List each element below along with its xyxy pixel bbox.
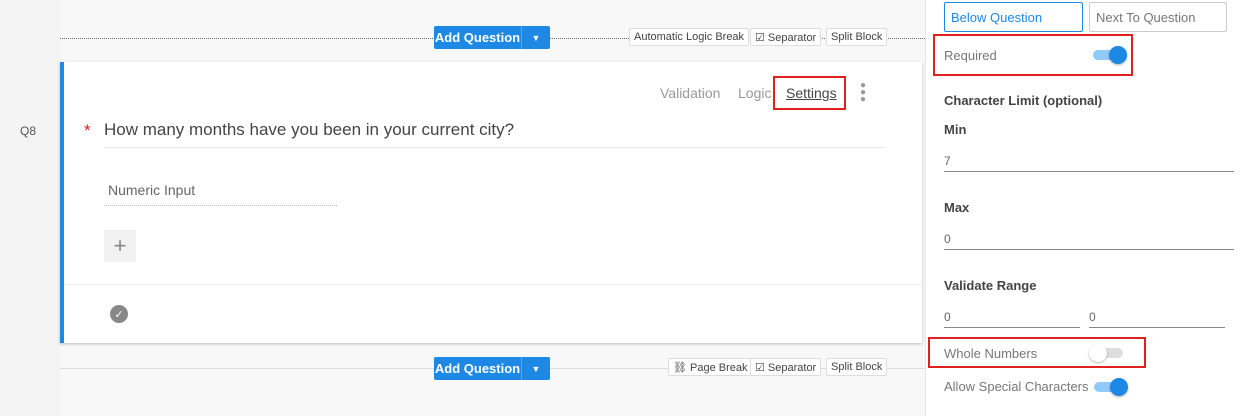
add-choice-plus-icon[interactable]: + bbox=[104, 230, 136, 262]
verified-badge-icon[interactable]: ✓ bbox=[110, 305, 128, 323]
add-question-label[interactable]: Add Question bbox=[434, 357, 522, 380]
separator-button-bottom[interactable]: ☑ Separator bbox=[750, 358, 822, 376]
page-break-button[interactable]: ⛓ Page Break bbox=[668, 358, 753, 376]
more-options-icon[interactable]: ● ● ● bbox=[860, 81, 866, 105]
tab-logic[interactable]: Logic bbox=[738, 85, 771, 101]
add-question-label[interactable]: Add Question bbox=[434, 26, 522, 49]
separator-button-top[interactable]: ☑ Separator bbox=[750, 28, 822, 46]
below-question-option[interactable]: Below Question bbox=[944, 2, 1083, 32]
add-question-button-top[interactable]: Add Question ▼ bbox=[434, 26, 550, 49]
chevron-down-icon[interactable]: ▼ bbox=[522, 26, 550, 49]
automatic-logic-break-button[interactable]: Automatic Logic Break bbox=[629, 28, 750, 46]
range-to-input[interactable]: 0 bbox=[1089, 310, 1225, 328]
question-text[interactable]: How many months have you been in your cu… bbox=[104, 120, 884, 148]
chevron-down-icon[interactable]: ▼ bbox=[522, 357, 550, 380]
required-toggle[interactable] bbox=[1091, 46, 1127, 64]
split-block-button-bottom[interactable]: Split Block bbox=[826, 358, 888, 376]
validate-range-label: Validate Range bbox=[944, 278, 1037, 293]
tab-validation[interactable]: Validation bbox=[660, 85, 720, 101]
whole-numbers-toggle[interactable] bbox=[1089, 344, 1125, 362]
required-asterisk: * bbox=[84, 121, 91, 140]
next-to-question-option[interactable]: Next To Question bbox=[1089, 2, 1227, 32]
required-label: Required bbox=[944, 48, 997, 63]
allow-special-characters-toggle[interactable] bbox=[1092, 378, 1128, 396]
max-label: Max bbox=[944, 200, 970, 215]
range-from-input[interactable]: 0 bbox=[944, 310, 1080, 328]
add-question-button-bottom[interactable]: Add Question ▼ bbox=[434, 357, 550, 380]
question-number: Q8 bbox=[20, 124, 37, 138]
allow-special-characters-label: Allow Special Characters bbox=[944, 379, 1089, 394]
min-label: Min bbox=[944, 122, 967, 137]
whole-numbers-label: Whole Numbers bbox=[944, 346, 1038, 361]
character-limit-heading: Character Limit (optional) bbox=[944, 93, 1103, 108]
tab-settings[interactable]: Settings bbox=[786, 85, 837, 101]
left-gutter bbox=[0, 0, 60, 416]
min-input[interactable]: 7 bbox=[944, 154, 1234, 172]
numeric-input-field[interactable]: Numeric Input bbox=[104, 182, 337, 206]
split-block-button-top[interactable]: Split Block bbox=[826, 28, 888, 46]
card-divider bbox=[64, 284, 922, 285]
max-input[interactable]: 0 bbox=[944, 232, 1234, 250]
